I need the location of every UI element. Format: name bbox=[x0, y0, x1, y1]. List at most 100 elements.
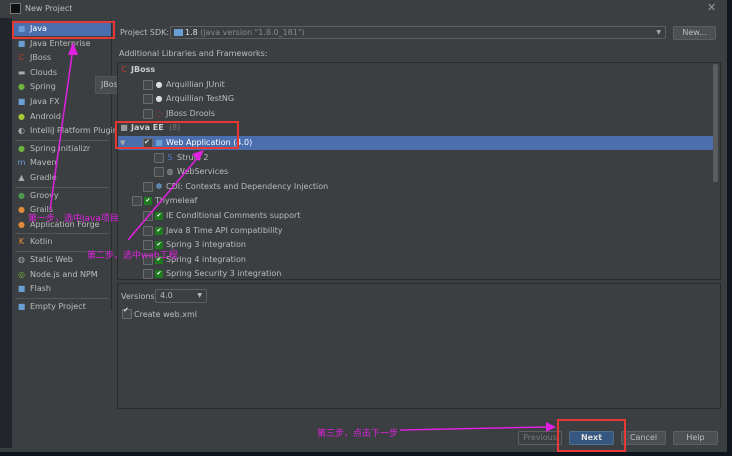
sidebar-item-label: Java bbox=[30, 24, 47, 33]
sidebar-item-flash[interactable]: ■ Flash bbox=[13, 282, 111, 296]
sidebar-item-label: Android bbox=[30, 111, 61, 121]
create-webxml-label: Create web.xml bbox=[134, 310, 197, 319]
sidebar-item-label: Java Enterprise bbox=[30, 38, 91, 48]
framework-row[interactable]: ● Arquillian TestNG bbox=[118, 92, 718, 106]
sidebar-item-intellij-platform-plugin[interactable]: ◐ IntelliJ Platform Plugin bbox=[13, 124, 118, 138]
framework-row[interactable]: ✽ CDI: Contexts and Dependency Injection bbox=[118, 180, 718, 194]
expand-arrow-icon[interactable]: ▼ bbox=[120, 136, 125, 150]
versions-label: Versions: bbox=[121, 292, 158, 301]
sidebar-item-java[interactable]: ■ Java bbox=[13, 22, 111, 36]
sidebar-item-application-forge[interactable]: ● Application Forge bbox=[13, 218, 111, 232]
sidebar-item-gradle[interactable]: ▲ Gradle bbox=[13, 171, 111, 185]
framework-label: Struts 2 bbox=[177, 152, 209, 162]
maven-icon: m bbox=[17, 158, 26, 168]
sidebar-item-jboss[interactable]: C JBoss bbox=[13, 51, 111, 65]
framework-label: Arquillian JUnit bbox=[166, 79, 225, 89]
kotlin-icon: K bbox=[18, 237, 25, 247]
sidebar-item-maven[interactable]: m Maven bbox=[13, 156, 111, 170]
folder-icon: ■ bbox=[17, 97, 26, 106]
sidebar-item-groovy[interactable]: ● Groovy bbox=[13, 189, 111, 203]
sidebar-item-label: Spring Initializr bbox=[30, 143, 91, 153]
framework-row[interactable]: ● Arquillian JUnit bbox=[118, 78, 718, 92]
sidebar-item-java-enterprise[interactable]: ■ Java Enterprise bbox=[13, 37, 111, 51]
help-button[interactable]: Help bbox=[673, 431, 718, 445]
groovy-icon: ● bbox=[18, 190, 25, 200]
framework-group[interactable]: C JBoss bbox=[118, 63, 718, 77]
folder-icon bbox=[174, 29, 183, 36]
framework-checkbox[interactable] bbox=[143, 79, 153, 90]
sidebar-item-label: Kotlin bbox=[30, 237, 53, 247]
sidebar-item-java-fx[interactable]: ■ Java FX bbox=[13, 95, 111, 109]
framework-checkbox[interactable] bbox=[143, 135, 153, 149]
framework-row[interactable]: ▼ ■Web Application (4.0) bbox=[118, 135, 718, 150]
framework-checkbox[interactable] bbox=[143, 108, 153, 119]
sidebar-item-label: IntelliJ Platform Plugin bbox=[30, 126, 118, 136]
framework-row[interactable]: ✔ Java 8 Time API compatibility bbox=[118, 224, 718, 238]
arquillian-icon: ● bbox=[155, 94, 163, 104]
next-button[interactable]: Next bbox=[569, 431, 614, 445]
sidebar-item-label: Java FX bbox=[30, 97, 60, 106]
sidebar-item-label: Gradle bbox=[30, 173, 57, 182]
sidebar-item-label: Static Web bbox=[30, 255, 73, 264]
cancel-button[interactable]: Cancel bbox=[621, 431, 666, 445]
sidebar-item-label: Clouds bbox=[30, 67, 58, 77]
title-bar: New Project ✕ bbox=[0, 0, 727, 18]
framework-row[interactable]: ✔ Thymeleaf bbox=[118, 194, 718, 208]
scrollbar[interactable] bbox=[713, 64, 718, 182]
framework-row[interactable]: ✔ Spring 4 integration bbox=[118, 253, 718, 267]
sidebar-item-android[interactable]: ● Android bbox=[13, 110, 111, 124]
framework-checkbox[interactable] bbox=[143, 181, 153, 192]
nodejs-icon: ◎ bbox=[18, 269, 25, 279]
sdk-version: (java version "1.8.0_181") bbox=[200, 28, 305, 37]
sidebar-separator bbox=[15, 233, 109, 235]
java-enterprise-icon: ■ bbox=[17, 38, 26, 48]
cdi-icon: ✽ bbox=[155, 181, 163, 191]
framework-checkbox[interactable] bbox=[132, 196, 142, 207]
sidebar-item-node-js-and-npm[interactable]: ◎ Node.js and NPM bbox=[13, 268, 111, 282]
framework-row[interactable]: ◍ WebServices bbox=[118, 165, 718, 179]
sidebar-item-label: Empty Project bbox=[30, 301, 86, 311]
grails-icon: ● bbox=[18, 219, 25, 229]
framework-label: JBoss bbox=[131, 65, 156, 74]
new-sdk-button[interactable]: New... bbox=[673, 26, 716, 40]
sidebar-separator bbox=[15, 297, 109, 299]
framework-row[interactable]: ✔ Spring Security 3 integration bbox=[118, 267, 718, 279]
framework-checkbox[interactable] bbox=[154, 167, 164, 178]
framework-label: WebServices bbox=[177, 167, 229, 177]
sidebar-item-empty-project[interactable]: ■ Empty Project bbox=[13, 300, 111, 314]
close-icon[interactable]: ✕ bbox=[707, 1, 716, 14]
previous-button[interactable]: Previous bbox=[518, 431, 562, 445]
create-webxml-checkbox[interactable] bbox=[122, 306, 132, 319]
framework-checkbox[interactable] bbox=[143, 94, 153, 105]
framework-row[interactable]: S Struts 2 bbox=[118, 151, 718, 165]
framework-label: JBoss Drools bbox=[166, 108, 216, 118]
framework-group[interactable]: ■ Java EE (8) bbox=[118, 121, 718, 135]
framework-label: Spring 4 integration bbox=[166, 254, 246, 264]
window-title: New Project bbox=[25, 4, 73, 13]
framework-checkbox[interactable] bbox=[154, 152, 164, 163]
framework-row[interactable]: ✔ Spring 3 integration bbox=[118, 238, 718, 252]
cloud-icon: ▬ bbox=[17, 67, 26, 77]
sidebar-item-label: Grails bbox=[30, 205, 54, 215]
check-green-icon: ✔ bbox=[155, 226, 163, 235]
versions-dropdown[interactable]: 4.0 ▼ bbox=[155, 289, 207, 303]
sidebar-separator bbox=[15, 251, 109, 252]
framework-row[interactable]: ✔ IE Conditional Comments support bbox=[118, 209, 718, 223]
framework-checkbox[interactable] bbox=[143, 254, 153, 265]
frameworks-list: C JBoss ● Arquillian JUnit ● Arquillian TestN… bbox=[117, 62, 721, 280]
chevron-down-icon: ▼ bbox=[656, 29, 661, 36]
sidebar-item-kotlin[interactable]: K Kotlin bbox=[13, 235, 111, 249]
intellij-icon bbox=[10, 3, 21, 14]
framework-checkbox[interactable] bbox=[143, 211, 153, 221]
framework-checkbox[interactable] bbox=[143, 225, 153, 236]
check-green-icon: ✔ bbox=[155, 270, 163, 279]
framework-row[interactable]: ◌ JBoss Drools bbox=[118, 107, 718, 121]
sidebar-item-grails[interactable]: ● Grails bbox=[13, 203, 111, 217]
framework-checkbox[interactable] bbox=[143, 269, 153, 279]
sidebar-item-static-web[interactable]: ◍ Static Web bbox=[13, 253, 111, 267]
sdk-label: Project SDK: bbox=[120, 28, 170, 37]
sidebar-item-spring-initializr[interactable]: ● Spring Initializr bbox=[13, 142, 111, 156]
chevron-down-icon: ▼ bbox=[197, 292, 202, 299]
framework-checkbox[interactable] bbox=[143, 240, 153, 251]
sdk-dropdown[interactable]: 1.8 (java version "1.8.0_181") ▼ bbox=[170, 26, 666, 39]
